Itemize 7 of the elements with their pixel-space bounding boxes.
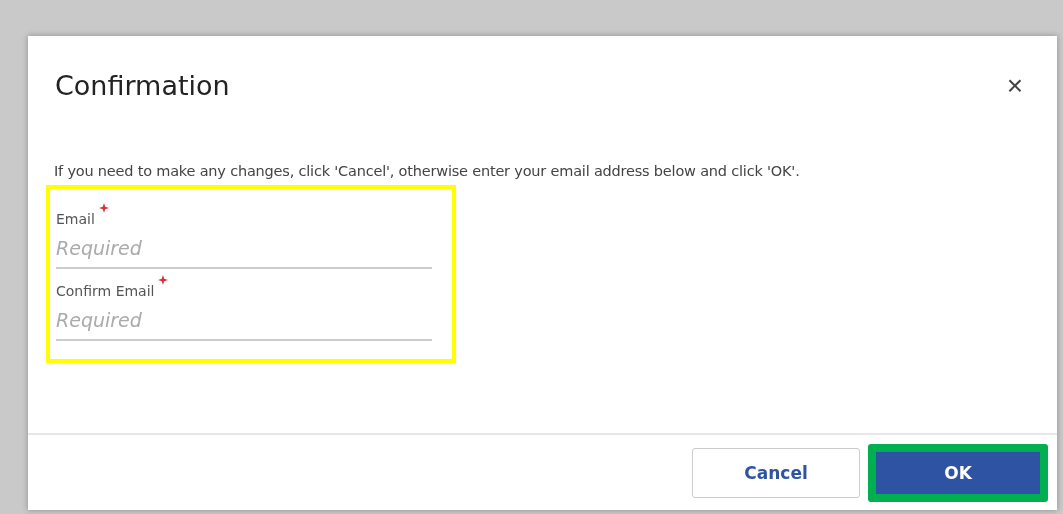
field-label: Confirm Email (56, 283, 155, 299)
close-button[interactable]: × (1002, 71, 1027, 100)
dialog-title: Confirmation (55, 70, 230, 101)
field-label: Email (56, 211, 95, 227)
cancel-button[interactable]: Cancel (692, 447, 860, 498)
ok-button[interactable]: OK (868, 443, 1048, 502)
instruction-text: If you need to make any changes, click 'Cancel', otherwise enter your email address below and click 'OK'. (54, 163, 801, 179)
